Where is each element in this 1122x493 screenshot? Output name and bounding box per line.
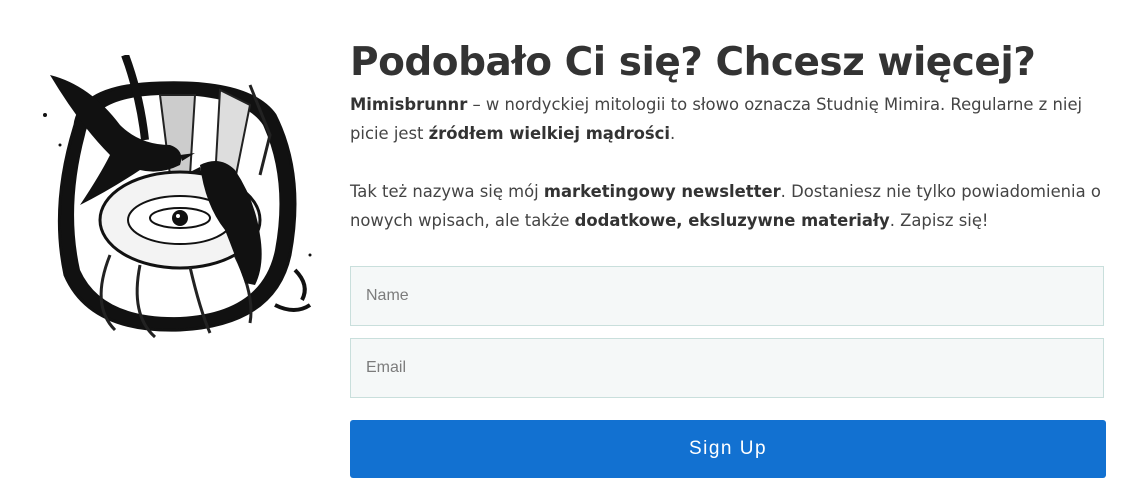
email-field xyxy=(350,338,1104,398)
pitch-paragraph: Tak też nazywa się mój marketingowy news… xyxy=(350,177,1106,235)
name-field xyxy=(350,266,1104,326)
intro-paragraph: Mimisbrunnr – w nordyckiej mitologii to … xyxy=(350,90,1106,148)
pitch-bold-materials: dodatkowe, eksluzywne materiały xyxy=(574,211,890,230)
email-input[interactable] xyxy=(351,339,1103,397)
page-title: Podobało Ci się? Chcesz więcej? xyxy=(350,40,1036,85)
pitch-text: Tak też nazywa się mój xyxy=(350,182,544,201)
pitch-text-end: . Zapisz się! xyxy=(889,211,989,230)
intro-text-end: . xyxy=(670,124,676,143)
intro-bold-phrase: źródłem wielkiej mądrości xyxy=(428,124,671,143)
newsletter-copy: Podobało Ci się? Chcesz więcej? Mimisbru… xyxy=(350,38,1106,235)
pitch-bold-newsletter: marketingowy newsletter xyxy=(543,182,781,201)
sign-up-button[interactable]: Sign Up xyxy=(350,420,1106,478)
name-input[interactable] xyxy=(351,267,1103,325)
raven-eye-illustration xyxy=(20,53,330,345)
intro-bold-term: Mimisbrunnr xyxy=(350,95,468,114)
